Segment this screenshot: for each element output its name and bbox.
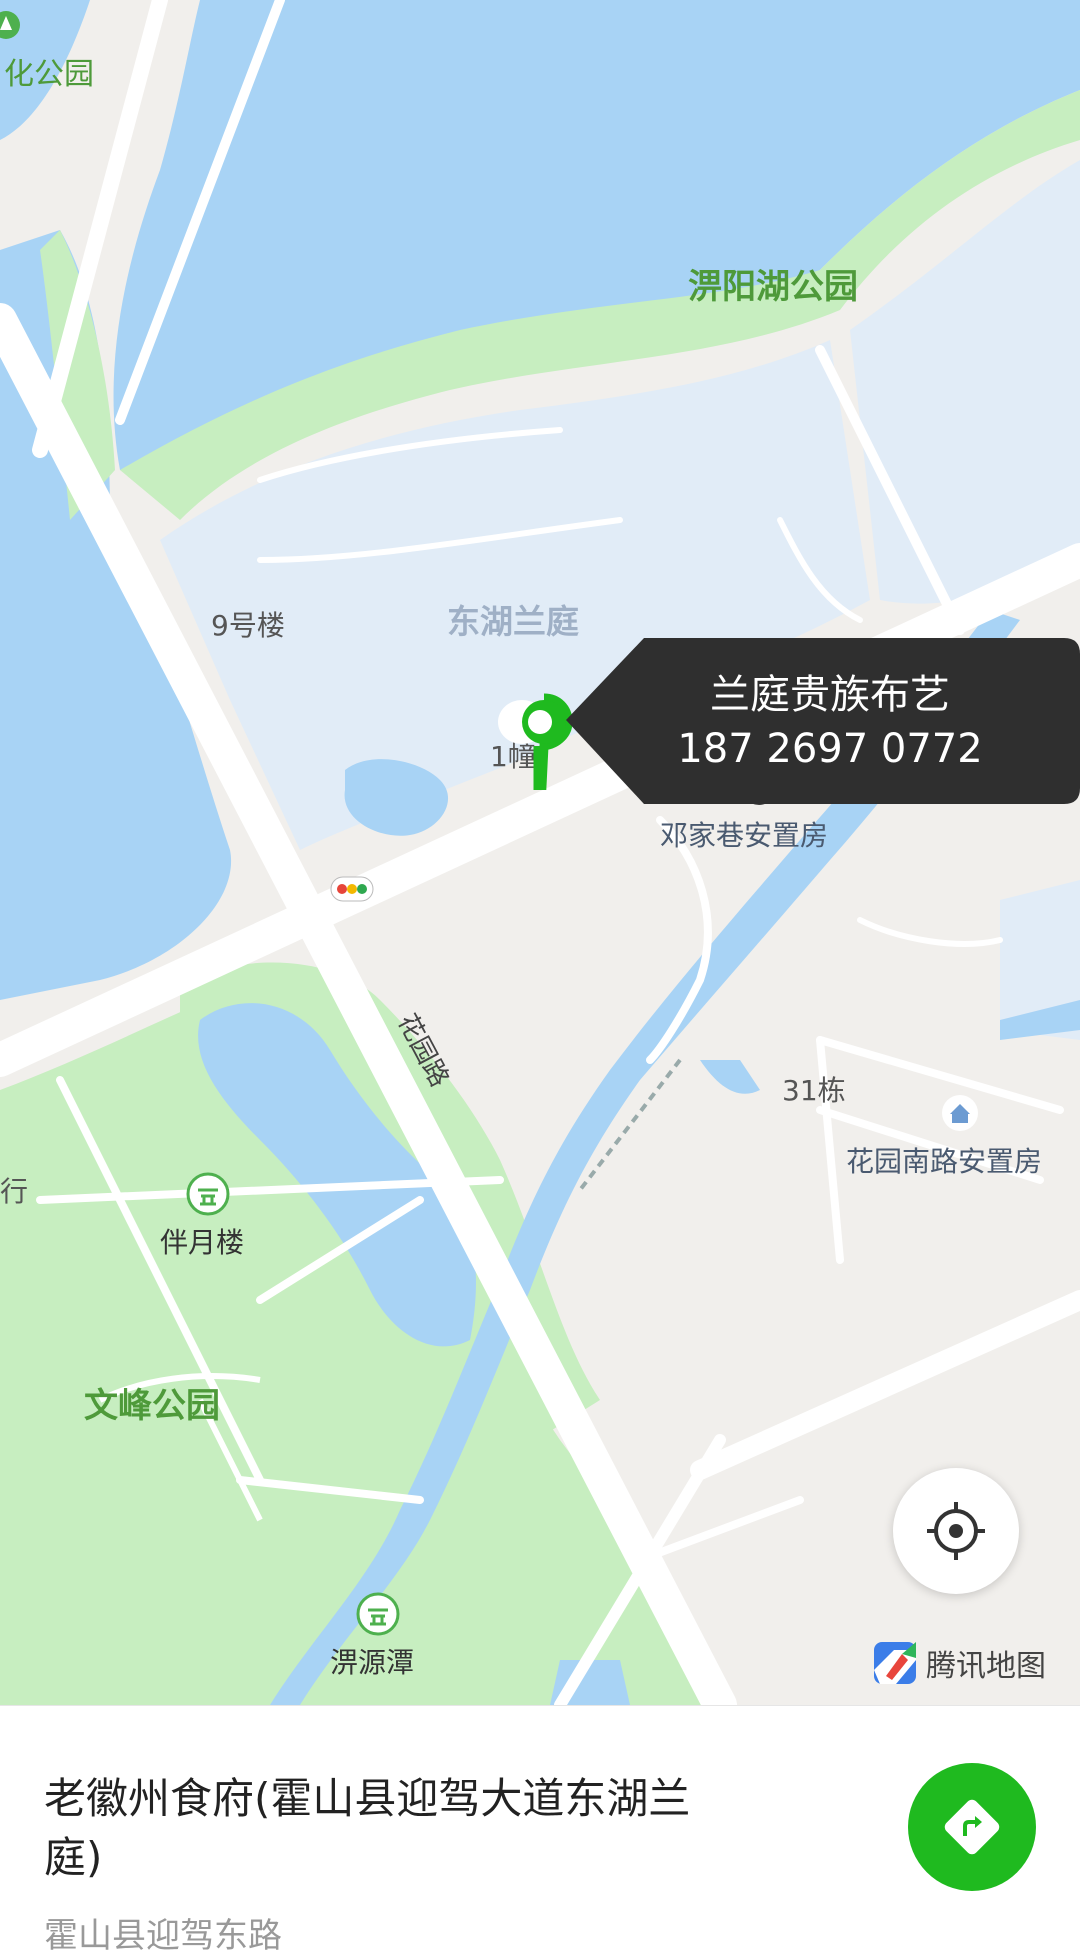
poi-label: 伴月楼: [160, 1226, 245, 1259]
park-label: 淠阳湖公园: [688, 267, 858, 307]
park-label: 化公园: [4, 57, 94, 92]
locate-crosshair-icon: [927, 1502, 985, 1560]
tencent-map-brand: 腾讯地图: [872, 1640, 1046, 1686]
marker-callout-text: 兰庭贵族布艺 187 2697 0772: [600, 668, 1060, 776]
callout-phone: 187 2697 0772: [677, 726, 983, 772]
locate-button[interactable]: [893, 1468, 1019, 1594]
place-address: 霍山县迎驾东路: [44, 1916, 282, 1956]
building-label: 9号楼: [211, 609, 285, 642]
estate-label: 东湖兰庭: [447, 602, 579, 641]
resettlement-label: 花园南路安置房: [846, 1145, 1043, 1178]
pavilion-icon: [186, 1172, 230, 1216]
brand-text: 腾讯地图: [926, 1649, 1046, 1684]
pavilion-icon: [356, 1592, 400, 1636]
poi-label: 行: [0, 1175, 29, 1208]
place-name: 老徽州食府(霍山县迎驾大道东湖兰庭): [44, 1774, 691, 1882]
building-label: 31栋: [782, 1074, 846, 1107]
route-button[interactable]: [908, 1763, 1036, 1891]
map-view[interactable]: 化公园 淠阳湖公园 东湖兰庭 9号楼 1幢 邓家巷安置房 花园路 31栋 花园南…: [0, 0, 1080, 1705]
resettlement-label: 邓家巷安置房: [660, 819, 829, 852]
place-info-panel[interactable]: 老徽州食府(霍山县迎驾大道东湖兰庭) 霍山县迎驾东路: [0, 1705, 1080, 1958]
route-navigation-icon: [944, 1799, 1000, 1855]
location-pin-icon[interactable]: [494, 690, 574, 790]
tencent-map-logo: [874, 1642, 916, 1684]
park-label: 文峰公园: [84, 1386, 220, 1426]
poi-label: 淠源潭: [330, 1646, 415, 1679]
callout-name: 兰庭贵族布艺: [710, 672, 950, 718]
tree-icon: [0, 11, 20, 39]
traffic-light-icon: [330, 876, 374, 902]
map-canvas: [0, 0, 1080, 1705]
house-icon: [942, 1095, 978, 1131]
